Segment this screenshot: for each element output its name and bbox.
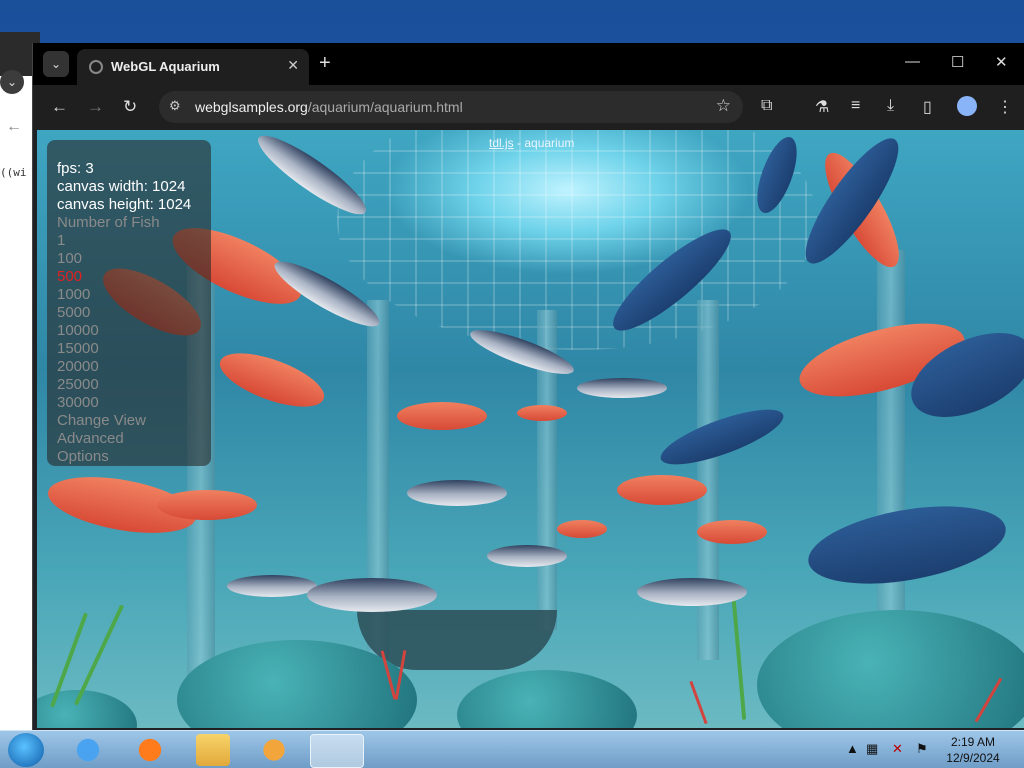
glass-dome <box>337 130 817 350</box>
fish-option[interactable]: 20000 <box>57 358 99 376</box>
fish <box>397 402 487 430</box>
page-title: tdl.js - aquarium <box>489 136 575 150</box>
clock-date: 12/9/2024 <box>946 751 1000 765</box>
canvas-width-readout: canvas width: 1024 <box>57 178 186 195</box>
maximize-icon[interactable]: ☐ <box>951 53 964 71</box>
url-text[interactable]: webglsamples.org/aquarium/aquarium.html <box>195 99 463 115</box>
canvas-height-readout: canvas height: 1024 <box>57 196 192 213</box>
fish-option[interactable]: 100 <box>57 250 82 268</box>
aquarium-canvas[interactable]: tdl.js - aquarium fps: 3 canvas width: 1… <box>37 130 1024 728</box>
background-code-snippet: ((wi <box>0 166 27 179</box>
rock <box>37 690 137 728</box>
media-queue-icon[interactable]: ≡ <box>851 97 860 115</box>
fish <box>557 520 607 538</box>
profile-avatar-icon[interactable] <box>957 96 977 116</box>
fish-option[interactable]: 1 <box>57 232 65 250</box>
fish-option-selected[interactable]: 500 <box>57 268 82 286</box>
bookmark-star-icon[interactable]: ☆ <box>716 96 731 116</box>
firefox-icon[interactable] <box>128 734 172 766</box>
number-of-fish-label: Number of Fish <box>57 214 160 231</box>
fish-option[interactable]: 15000 <box>57 340 99 358</box>
fish <box>487 545 567 567</box>
rock <box>457 670 637 728</box>
tab-search-icon[interactable]: ⌄ <box>43 51 69 77</box>
close-window-icon[interactable]: ✕ <box>995 53 1008 71</box>
fish <box>213 342 331 418</box>
labs-flask-icon[interactable]: ⚗ <box>815 97 829 117</box>
change-view-button[interactable]: Change View <box>57 412 146 430</box>
fish <box>517 405 567 421</box>
taskbar: ▲ ▦ ✕ ⚑ 2:19 AM 12/9/2024 <box>0 730 1024 768</box>
menu-kebab-icon[interactable]: ⋮ <box>997 97 1013 117</box>
download-icon[interactable]: ⤓ <box>887 97 894 115</box>
fish-option[interactable]: 25000 <box>57 376 99 394</box>
advanced-button[interactable]: Advanced <box>57 430 124 448</box>
start-button-windows-icon[interactable] <box>8 733 44 767</box>
fish <box>637 578 747 606</box>
tab-strip: ⌄ WebGL Aquarium ✕ + — ☐ ✕ <box>33 43 1024 85</box>
extensions-icon[interactable]: ⧉ <box>761 97 772 115</box>
forward-icon[interactable]: → <box>87 97 104 117</box>
volume-muted-icon[interactable]: ✕ <box>892 741 903 757</box>
back-icon[interactable]: ← <box>51 97 68 117</box>
active-app-chrome-icon[interactable] <box>310 734 364 768</box>
globe-icon <box>89 60 103 74</box>
network-icon[interactable]: ▦ <box>866 741 878 757</box>
media-player-icon[interactable] <box>252 734 296 766</box>
fish <box>157 490 257 520</box>
coral <box>689 680 708 725</box>
show-hidden-icons-arrow-icon[interactable]: ▲ <box>846 741 859 756</box>
file-explorer-folder-icon[interactable] <box>196 734 230 766</box>
chevron-down-icon[interactable]: ⌄ <box>0 70 24 94</box>
address-bar[interactable]: ⚙ webglsamples.org/aquarium/aquarium.htm… <box>159 91 743 123</box>
new-tab-icon[interactable]: + <box>319 52 331 75</box>
fish <box>307 578 437 612</box>
browser-toolbar: ← → ↻ ⚙ webglsamples.org/aquarium/aquari… <box>33 85 1024 130</box>
fps-readout: fps: 3 <box>57 160 94 177</box>
site-info-icon[interactable]: ⚙ <box>169 98 181 114</box>
tab-webgl-aquarium[interactable]: WebGL Aquarium ✕ <box>77 49 309 85</box>
fish <box>227 575 317 597</box>
fish <box>577 378 667 398</box>
internet-explorer-icon[interactable] <box>66 734 110 766</box>
system-clock[interactable]: 2:19 AM 12/9/2024 <box>938 734 1008 766</box>
close-tab-icon[interactable]: ✕ <box>287 57 299 74</box>
seaweed <box>731 600 747 720</box>
pillar <box>697 300 719 660</box>
fish <box>617 475 707 505</box>
fish <box>697 520 767 544</box>
reload-icon[interactable]: ↻ <box>123 97 137 117</box>
tdl-link[interactable]: tdl.js <box>489 136 514 150</box>
options-button[interactable]: Options <box>57 448 109 466</box>
action-center-flag-icon[interactable]: ⚑ <box>916 741 928 757</box>
fish <box>802 493 1012 597</box>
fish <box>407 480 507 506</box>
fish <box>655 398 789 476</box>
aquarium-controls-panel: fps: 3 canvas width: 1024 canvas height:… <box>47 140 211 466</box>
clock-time: 2:19 AM <box>950 735 996 749</box>
fish-option[interactable]: 10000 <box>57 322 99 340</box>
back-arrow-icon[interactable]: ← <box>6 118 22 136</box>
fish-option[interactable]: 30000 <box>57 394 99 412</box>
fish-option[interactable]: 5000 <box>57 304 90 322</box>
side-panel-icon[interactable]: ▯ <box>923 97 932 117</box>
tab-title: WebGL Aquarium <box>111 59 220 74</box>
minimize-icon[interactable]: — <box>905 53 920 70</box>
fish-option[interactable]: 1000 <box>57 286 90 304</box>
